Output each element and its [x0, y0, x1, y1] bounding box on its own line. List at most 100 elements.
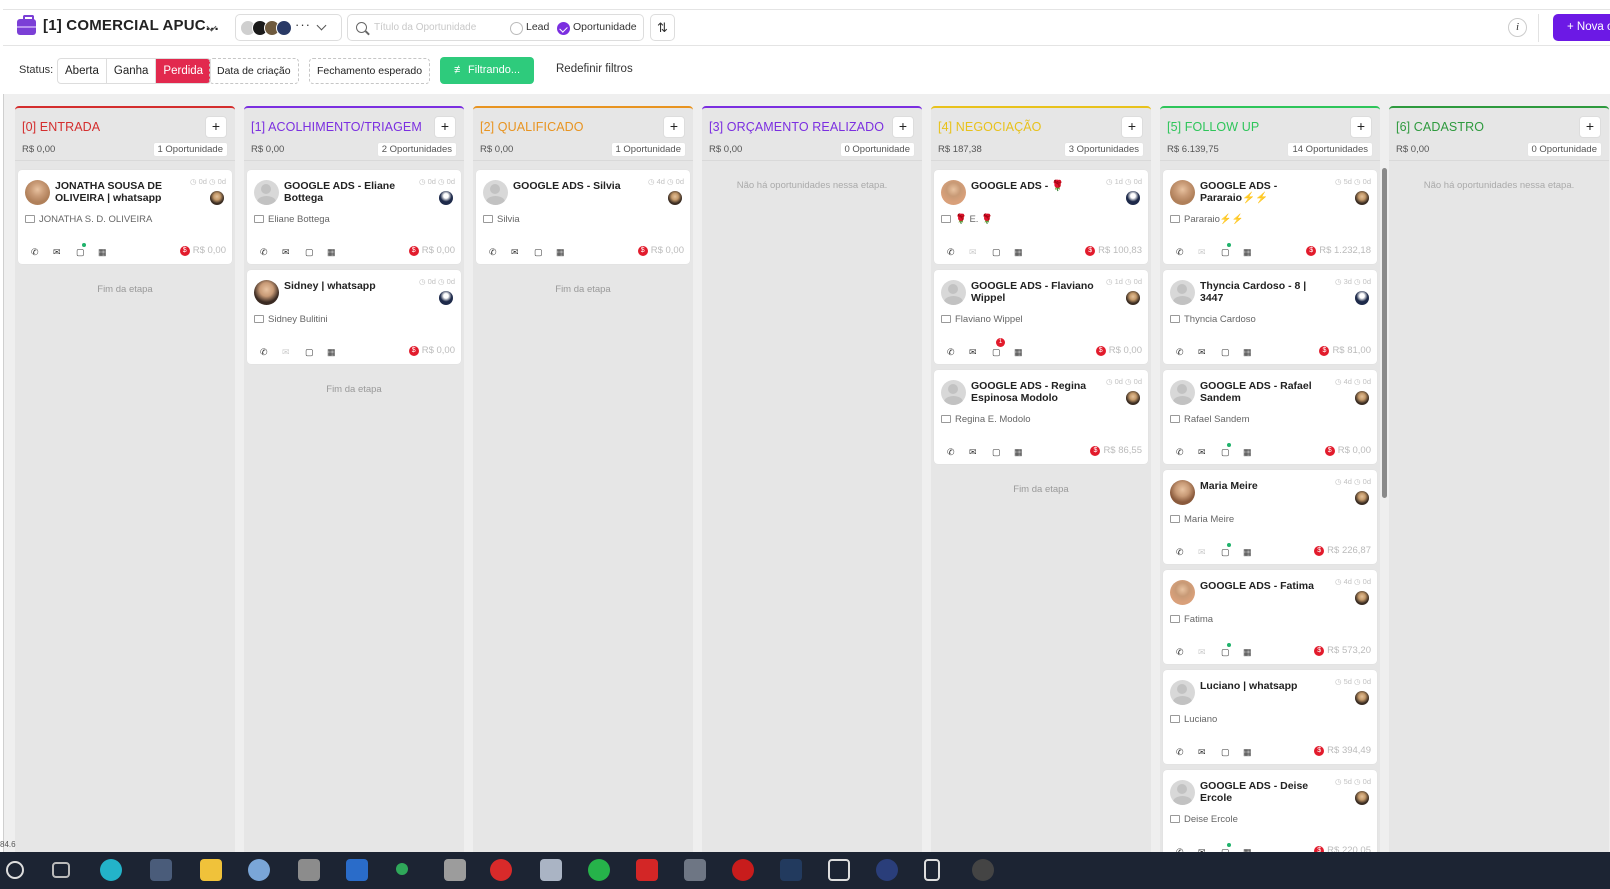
opportunity-card[interactable]: GOOGLE ADS - Deise Ercole ◷ 5d ◷ 0d Deise …: [1163, 770, 1377, 864]
opportunity-title[interactable]: GOOGLE ADS - Fatima: [1200, 580, 1332, 592]
phone-icon[interactable]: ✆: [1176, 746, 1184, 758]
chat-icon[interactable]: ▢: [1221, 446, 1230, 458]
chat-icon[interactable]: ▢: [1221, 246, 1230, 258]
users-filter[interactable]: ···: [235, 14, 342, 41]
chat-icon[interactable]: ▢: [1221, 546, 1230, 558]
calendar-icon[interactable]: ▦: [1014, 446, 1023, 458]
search-input[interactable]: [374, 18, 509, 37]
reset-filters-link[interactable]: Redefinir filtros: [556, 63, 633, 75]
opportunity-title[interactable]: GOOGLE ADS - Rafael Sandem: [1200, 380, 1332, 404]
app-icon[interactable]: [540, 859, 562, 881]
add-opportunity-button[interactable]: +: [205, 116, 227, 138]
opportunity-card[interactable]: GOOGLE ADS - Regina Espinosa Modolo ◷ 0d …: [934, 370, 1148, 464]
status-option-perdida[interactable]: Perdida: [156, 59, 211, 83]
calendar-icon[interactable]: ▦: [327, 346, 336, 358]
mail-icon[interactable]: ✉: [53, 246, 61, 258]
task-view-icon[interactable]: [52, 862, 70, 878]
app-icon[interactable]: [732, 859, 754, 881]
add-opportunity-button[interactable]: +: [434, 116, 456, 138]
status-option-ganha[interactable]: Ganha: [107, 59, 157, 83]
chat-icon[interactable]: ▢: [1221, 346, 1230, 358]
opportunity-title[interactable]: GOOGLE ADS - Pararaio⚡⚡: [1200, 180, 1332, 204]
app-icon[interactable]: [972, 859, 994, 881]
whatsapp-icon[interactable]: [588, 859, 610, 881]
phone-icon[interactable]: ✆: [260, 246, 268, 258]
mail-icon[interactable]: ✉: [1198, 346, 1206, 358]
app-icon[interactable]: [924, 859, 940, 881]
opportunity-radio[interactable]: [557, 22, 570, 35]
mail-icon[interactable]: ✉: [1198, 246, 1206, 258]
mail-icon[interactable]: ✉: [282, 246, 290, 258]
phone-icon[interactable]: ✆: [947, 246, 955, 258]
calendar-icon[interactable]: ▦: [1243, 646, 1252, 658]
mail-icon[interactable]: ✉: [1198, 546, 1206, 558]
opportunity-card[interactable]: GOOGLE ADS - 🌹◷ 1d ◷ 0d 🌹 E. 🌹 ✆ ✉ ▢ ▦ R$ 100,…: [934, 170, 1148, 264]
add-opportunity-button[interactable]: +: [892, 116, 914, 138]
chat-icon[interactable]: ▢: [1221, 646, 1230, 658]
phone-icon[interactable]: ✆: [1176, 446, 1184, 458]
calendar-icon[interactable]: ▦: [1243, 746, 1252, 758]
app-icon[interactable]: [248, 859, 270, 881]
chat-icon[interactable]: ▢: [534, 246, 543, 258]
calendar-icon[interactable]: ▦: [556, 246, 565, 258]
opportunity-title[interactable]: GOOGLE ADS - 🌹: [971, 180, 1103, 192]
opportunity-card[interactable]: GOOGLE ADS - Fatima◷ 4d ◷ 0d Fatima ✆ ✉ ▢ ▦ R$…: [1163, 570, 1377, 664]
phone-icon[interactable]: ✆: [260, 346, 268, 358]
calendar-icon[interactable]: ▦: [98, 246, 107, 258]
app-icon[interactable]: [780, 859, 802, 881]
chat-icon[interactable]: ▢: [76, 246, 85, 258]
phone-icon[interactable]: ✆: [489, 246, 497, 258]
chat-icon[interactable]: ▢: [305, 346, 314, 358]
chat-icon[interactable]: ▢: [992, 246, 1001, 258]
phone-icon[interactable]: ✆: [1176, 346, 1184, 358]
app-icon[interactable]: [876, 859, 898, 881]
created-date-filter[interactable]: Data de criação: [209, 58, 299, 84]
phone-icon[interactable]: ✆: [1176, 646, 1184, 658]
edge-browser-icon[interactable]: [100, 859, 122, 881]
mail-icon[interactable]: ✉: [282, 346, 290, 358]
mail-icon[interactable]: ✉: [511, 246, 519, 258]
phone-icon[interactable]: ✆: [947, 446, 955, 458]
app-icon[interactable]: [444, 859, 466, 881]
opportunity-card[interactable]: GOOGLE ADS - Flaviano Wippel ◷ 1d ◷ 0d Fla…: [934, 270, 1148, 364]
opportunity-title[interactable]: GOOGLE ADS - Flaviano Wippel: [971, 280, 1103, 304]
status-option-aberta[interactable]: Aberta: [58, 59, 107, 83]
mail-icon[interactable]: ✉: [969, 446, 977, 458]
opportunity-card[interactable]: Luciano | whatsapp◷ 5d ◷ 0d Luciano ✆ ✉ ▢ ▦ R$…: [1163, 670, 1377, 764]
chat-icon[interactable]: ▢: [992, 346, 1001, 358]
new-opportunity-button[interactable]: + Nova o: [1553, 14, 1610, 41]
opportunity-card[interactable]: GOOGLE ADS - Pararaio⚡⚡ ◷ 5d ◷ 0d Pararaio…: [1163, 170, 1377, 264]
phone-icon[interactable]: ✆: [947, 346, 955, 358]
opportunity-card[interactable]: GOOGLE ADS - Rafael Sandem ◷ 4d ◷ 0d Rafae…: [1163, 370, 1377, 464]
app-icon[interactable]: [298, 859, 320, 881]
add-opportunity-button[interactable]: +: [1350, 116, 1372, 138]
opportunity-card[interactable]: Sidney | whatsapp ◷ 0d ◷ 0d Sidney Bulitin…: [247, 270, 461, 364]
chrome-browser-icon[interactable]: [490, 859, 512, 881]
opportunity-title[interactable]: Sidney | whatsapp: [284, 280, 416, 292]
mail-icon[interactable]: ✉: [1198, 446, 1206, 458]
calendar-icon[interactable]: ▦: [1014, 246, 1023, 258]
opportunity-title[interactable]: Maria Meire: [1200, 480, 1332, 492]
lead-radio[interactable]: [510, 22, 523, 35]
app-icon[interactable]: [828, 859, 850, 881]
mail-icon[interactable]: ✉: [969, 346, 977, 358]
add-opportunity-button[interactable]: +: [1579, 116, 1601, 138]
calendar-icon[interactable]: ▦: [1243, 346, 1252, 358]
opportunity-card[interactable]: Maria Meire◷ 4d ◷ 0dMaria Meire✆✉▢▦R$ 22…: [1163, 470, 1377, 564]
opportunity-card[interactable]: JONATHA SOUSA DE OLIVEIRA | whatsapp ◷ 0d…: [18, 170, 232, 264]
opportunity-title[interactable]: GOOGLE ADS - Regina Espinosa Modolo: [971, 380, 1103, 404]
chat-icon[interactable]: ▢: [1221, 746, 1230, 758]
app-icon[interactable]: [396, 863, 408, 875]
add-opportunity-button[interactable]: +: [663, 116, 685, 138]
calendar-icon[interactable]: ▦: [1014, 346, 1023, 358]
search-icon[interactable]: [6, 861, 24, 879]
opportunity-title[interactable]: Luciano | whatsapp: [1200, 680, 1332, 692]
expected-close-filter[interactable]: Fechamento esperado: [309, 58, 431, 84]
pipeline-title[interactable]: [1] COMERCIAL APUC...: [43, 17, 219, 34]
file-explorer-icon[interactable]: [200, 859, 222, 881]
chat-icon[interactable]: ▢: [305, 246, 314, 258]
opportunity-card[interactable]: Thyncia Cardoso - 8 | 3447 ◷ 3d ◷ 0d Thync…: [1163, 270, 1377, 364]
sort-button[interactable]: ⇅: [650, 14, 675, 41]
column-scrollbar[interactable]: [1382, 168, 1387, 498]
opportunity-title[interactable]: Thyncia Cardoso - 8 | 3447: [1200, 280, 1332, 304]
